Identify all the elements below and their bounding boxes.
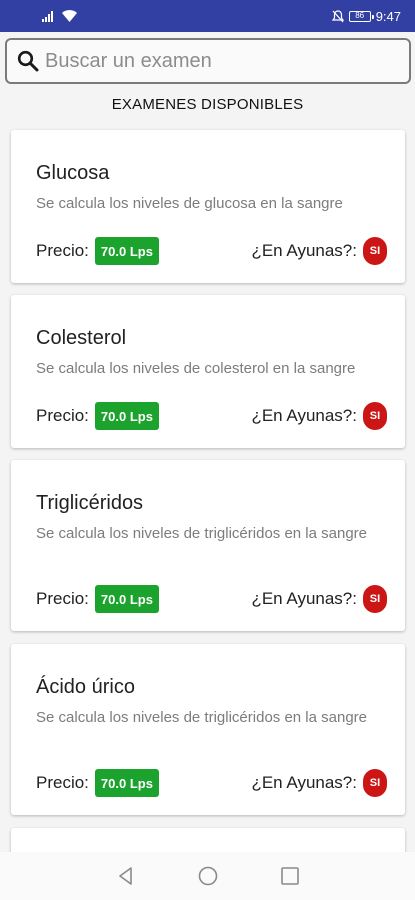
fasting-group: ¿En Ayunas?: SI [251, 237, 387, 265]
exam-card[interactable]: Colesterol Se calcula los niveles de col… [11, 295, 405, 448]
wifi-icon [62, 10, 77, 22]
recents-icon[interactable] [280, 866, 300, 886]
mute-icon [331, 9, 344, 22]
price-group: Precio: 70.0 Lps [36, 402, 159, 430]
exam-description: Se calcula los niveles de colesterol en … [36, 360, 356, 377]
signal-icon [42, 11, 53, 22]
fasting-badge: SI [363, 585, 387, 613]
price-label: Precio: [36, 773, 89, 792]
status-bar: 86 9:47 [0, 0, 415, 32]
fasting-group: ¿En Ayunas?: SI [251, 585, 387, 613]
exam-info-row: Precio: 70.0 Lps ¿En Ayunas?: SI [36, 584, 387, 614]
back-icon[interactable] [116, 866, 136, 886]
search-input[interactable] [45, 49, 385, 73]
exam-card[interactable]: Glucosa Se calcula los niveles de glucos… [11, 130, 405, 283]
search-bar[interactable] [5, 38, 411, 84]
exam-title: Colesterol [36, 327, 127, 349]
fasting-badge: SI [363, 769, 387, 797]
price-label: Precio: [36, 406, 89, 425]
exam-title: Triglicéridos [36, 492, 144, 514]
exam-list[interactable]: Glucosa Se calcula los niveles de glucos… [0, 122, 415, 852]
status-left [42, 10, 77, 22]
price-group: Precio: 70.0 Lps [36, 237, 159, 265]
fasting-group: ¿En Ayunas?: SI [251, 402, 387, 430]
price-badge: 70.0 Lps [94, 402, 159, 430]
exam-card-partial[interactable] [11, 828, 405, 852]
fasting-group: ¿En Ayunas?: SI [251, 769, 387, 797]
exam-description: Se calcula los niveles de glucosa en la … [36, 195, 343, 212]
fasting-badge: SI [363, 402, 387, 430]
status-right: 86 9:47 [331, 8, 401, 24]
fasting-label: ¿En Ayunas?: [251, 241, 357, 260]
section-title: EXAMENES DISPONIBLES [111, 96, 304, 113]
exam-title: Glucosa [36, 162, 110, 184]
price-badge: 70.0 Lps [94, 237, 159, 265]
fasting-label: ¿En Ayunas?: [251, 773, 357, 792]
price-badge: 70.0 Lps [94, 769, 159, 797]
exam-description: Se calcula los niveles de triglicéridos … [36, 525, 368, 542]
price-label: Precio: [36, 589, 89, 608]
exam-card[interactable]: Triglicéridos Se calcula los niveles de … [11, 460, 405, 631]
home-icon[interactable] [198, 866, 218, 886]
exam-info-row: Precio: 70.0 Lps ¿En Ayunas?: SI [36, 236, 387, 266]
price-group: Precio: 70.0 Lps [36, 769, 159, 797]
exam-description: Se calcula los niveles de triglicéridos … [36, 709, 368, 726]
exam-info-row: Precio: 70.0 Lps ¿En Ayunas?: SI [36, 768, 387, 798]
price-group: Precio: 70.0 Lps [36, 585, 159, 613]
battery-level: 86 [355, 11, 365, 20]
status-time: 9:47 [375, 8, 401, 24]
battery-icon: 86 [348, 10, 374, 22]
price-label: Precio: [36, 241, 89, 260]
fasting-label: ¿En Ayunas?: [251, 589, 357, 608]
fasting-badge: SI [363, 237, 387, 265]
fasting-label: ¿En Ayunas?: [251, 406, 357, 425]
price-badge: 70.0 Lps [94, 585, 159, 613]
exam-info-row: Precio: 70.0 Lps ¿En Ayunas?: SI [36, 401, 387, 431]
exam-title: Ácido úrico [36, 676, 135, 698]
navigation-bar [0, 852, 415, 900]
exam-card[interactable]: Ácido úrico Se calcula los niveles de tr… [11, 644, 405, 815]
search-icon[interactable] [17, 50, 39, 72]
